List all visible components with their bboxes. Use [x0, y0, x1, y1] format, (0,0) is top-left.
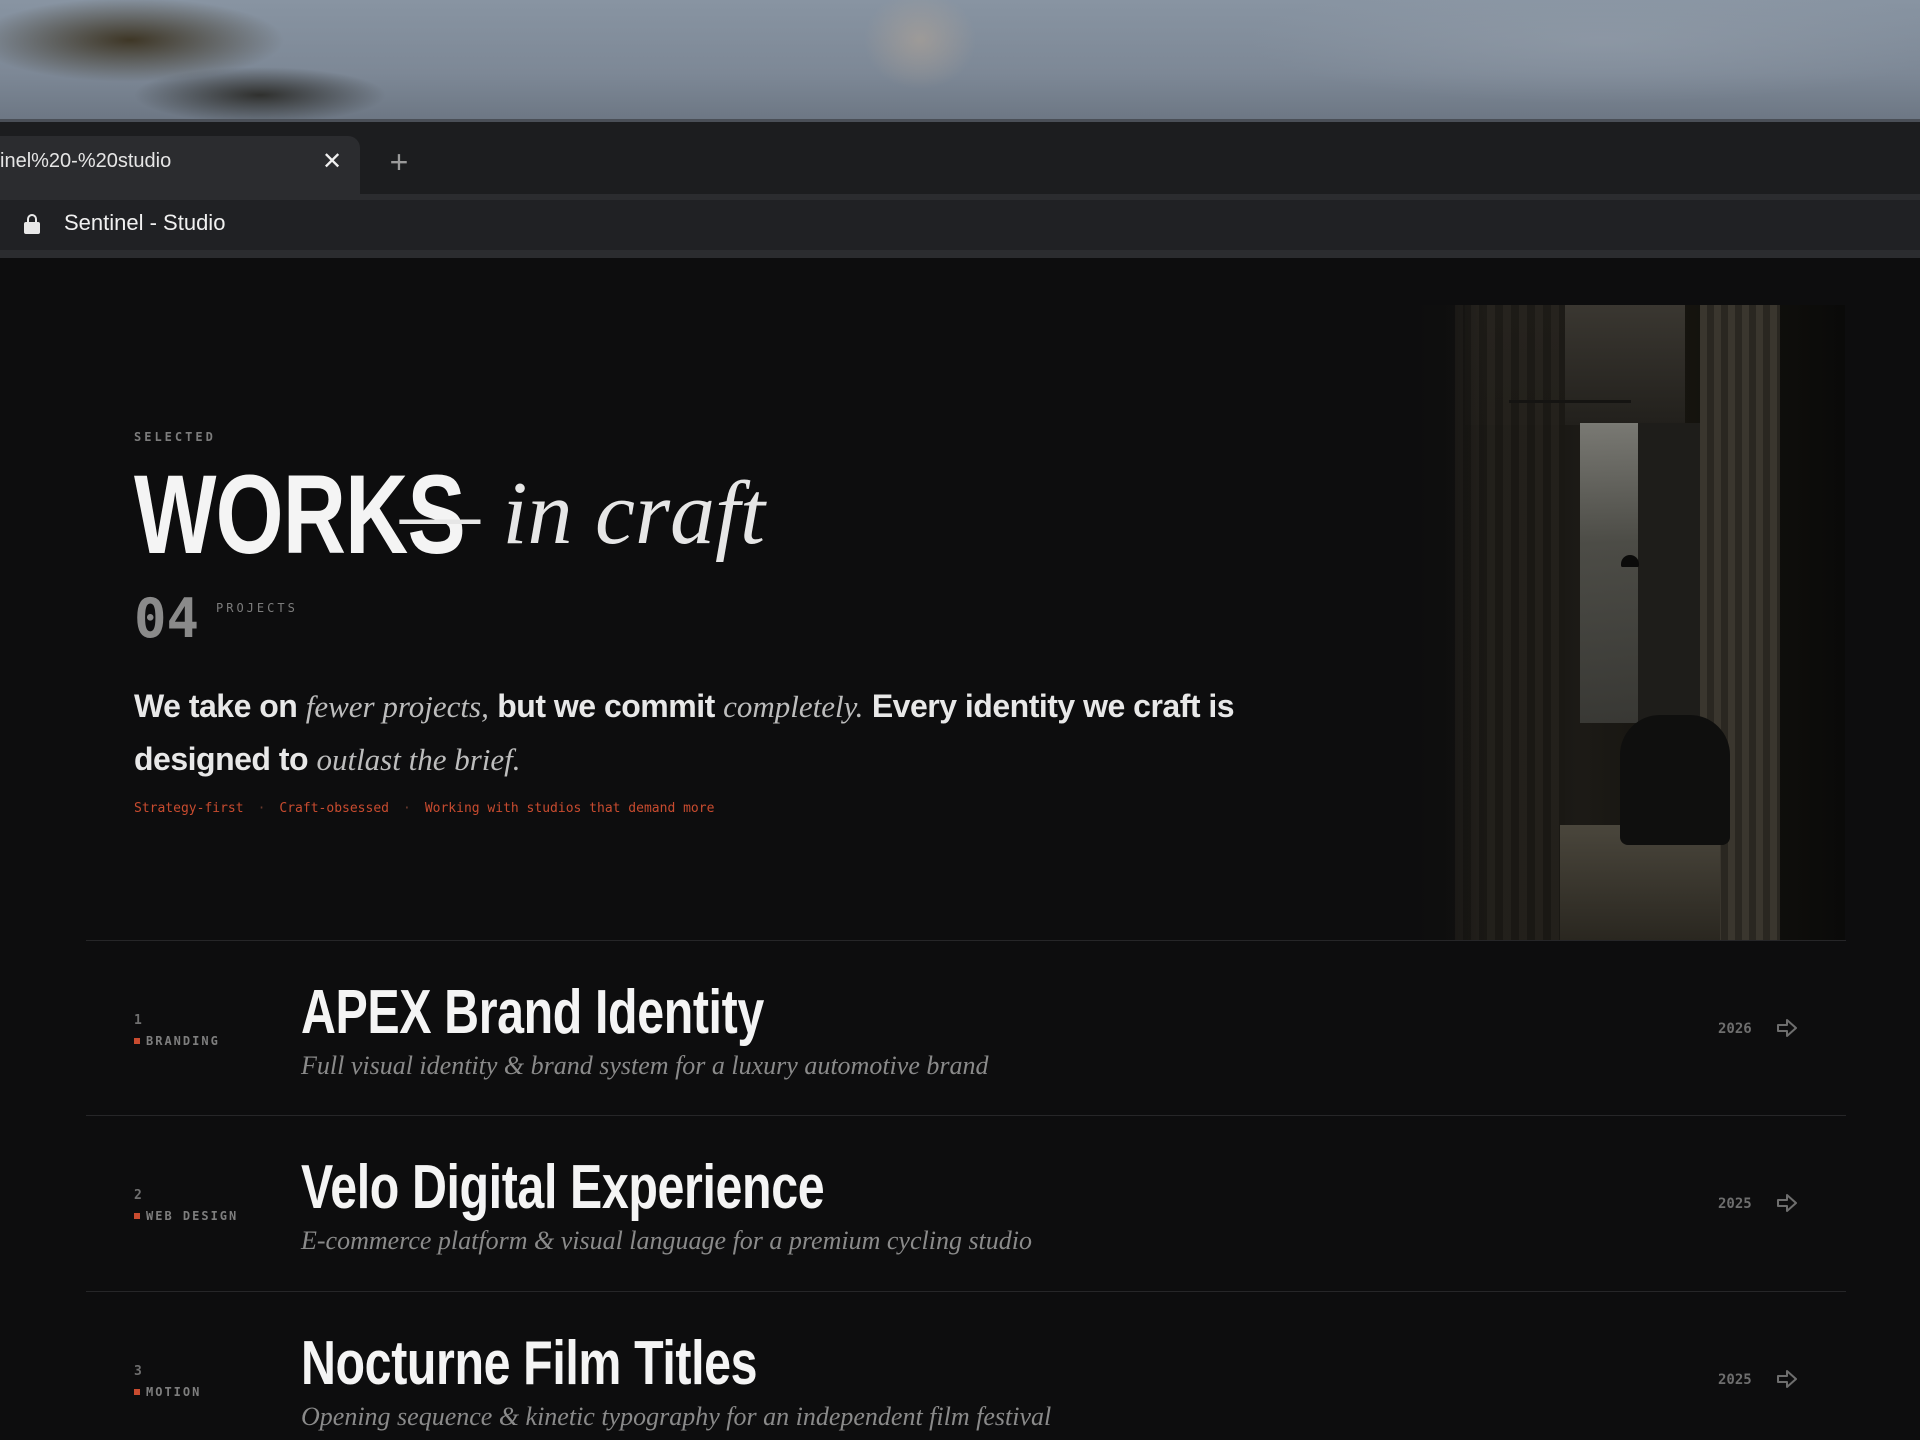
omnibox[interactable]: Sentinel - Studio	[0, 200, 1920, 250]
category-marker	[134, 1213, 140, 1219]
lock-icon[interactable]	[24, 214, 40, 234]
tag-line: Strategy-first · Craft-obsessed · Working wi…	[134, 801, 714, 816]
intro-part: We take on	[134, 688, 306, 724]
category-marker	[134, 1038, 140, 1044]
section-eyebrow: SELECTED	[134, 430, 216, 444]
tab-bar: inel%20-%20studio ✕ +	[0, 122, 1920, 194]
project-title[interactable]: APEX Brand Identity	[301, 977, 764, 1048]
project-title[interactable]: Velo Digital Experience	[301, 1152, 825, 1223]
address-bar: Sentinel - Studio	[0, 194, 1920, 258]
project-row[interactable]: 3 MOTION Nocturne Film Titles Opening se…	[86, 1292, 1846, 1440]
project-row[interactable]: 1 BRANDING APEX Brand Identity Full visu…	[86, 941, 1846, 1115]
count-label: PROJECTS	[216, 601, 298, 615]
project-number: 3	[134, 1364, 142, 1379]
hero-image	[1405, 305, 1845, 940]
project-category: BRANDING	[134, 1034, 220, 1048]
tag-separator: ·	[257, 801, 266, 816]
page-content: SELECTED WORKS — in craft 04 PROJECTS We…	[0, 260, 1920, 1440]
browser-window: inel%20-%20studio ✕ + Sentinel - Studio …	[0, 122, 1920, 1440]
project-description: E-commerce platform & visual language fo…	[301, 1226, 1033, 1255]
intro-part: completely.	[723, 689, 864, 724]
page-title: WORKS — in craft	[134, 450, 765, 579]
tag: Craft-obsessed	[279, 801, 389, 816]
project-year: 2025	[1718, 1196, 1752, 1212]
tag: Strategy-first	[134, 801, 244, 816]
address-text[interactable]: Sentinel - Studio	[64, 210, 225, 236]
tag: Working with studios that demand more	[424, 801, 715, 816]
category-label: BRANDING	[146, 1034, 220, 1048]
tag-separator: ·	[402, 801, 411, 816]
intro-part: but we commit	[488, 688, 724, 724]
project-category: MOTION	[134, 1385, 201, 1399]
project-description: Opening sequence & kinetic typography fo…	[301, 1402, 1052, 1431]
arrow-right-icon[interactable]	[1776, 1192, 1798, 1214]
project-category: WEB DESIGN	[134, 1209, 238, 1223]
project-count: 04 PROJECTS	[134, 587, 295, 650]
arrow-right-icon[interactable]	[1776, 1368, 1798, 1390]
project-number: 2	[134, 1188, 142, 1203]
project-number: 1	[134, 1013, 142, 1028]
intro-part: fewer projects,	[305, 689, 489, 724]
intro-paragraph: We take on fewer projects, but we commit…	[134, 680, 1284, 786]
close-icon[interactable]: ✕	[320, 150, 344, 174]
count-value: 04	[134, 587, 200, 650]
project-description: Full visual identity & brand system for …	[301, 1051, 989, 1080]
project-year: 2025	[1718, 1372, 1752, 1388]
category-marker	[134, 1389, 140, 1395]
plus-icon[interactable]: +	[384, 146, 414, 178]
project-year: 2026	[1718, 1021, 1752, 1037]
category-label: MOTION	[146, 1385, 202, 1399]
intro-part: outlast the brief.	[316, 742, 521, 777]
title-italic: — in craft	[400, 464, 766, 563]
desktop-wallpaper	[0, 0, 1920, 122]
browser-tab[interactable]: inel%20-%20studio ✕	[0, 136, 360, 194]
project-row[interactable]: 2 WEB DESIGN Velo Digital Experience E-c…	[86, 1116, 1846, 1290]
category-label: WEB DESIGN	[146, 1209, 239, 1223]
arrow-right-icon[interactable]	[1776, 1017, 1798, 1039]
tab-title: inel%20-%20studio	[0, 150, 172, 172]
project-title[interactable]: Nocturne Film Titles	[301, 1328, 758, 1399]
